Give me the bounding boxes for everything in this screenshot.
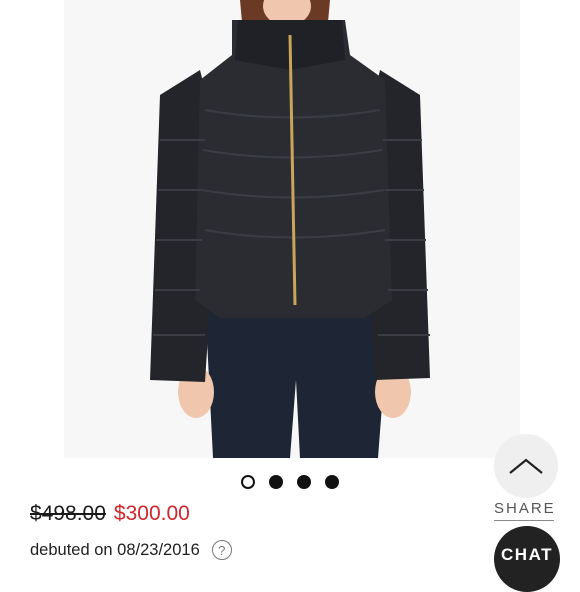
- carousel-dot-3[interactable]: [297, 475, 311, 489]
- debut-date-text: debuted on 08/23/2016: [30, 540, 200, 559]
- original-price: $498.00: [30, 502, 106, 525]
- debut-row: debuted on 08/23/2016 ?: [30, 540, 232, 560]
- carousel-dot-2[interactable]: [269, 475, 283, 489]
- help-icon[interactable]: ?: [211, 540, 232, 560]
- product-photo[interactable]: [0, 0, 580, 458]
- sale-price: $300.00: [113, 502, 190, 525]
- share-button[interactable]: [494, 434, 558, 498]
- price-row: $498.00 $300.00: [30, 502, 190, 526]
- chevron-up-icon: [509, 458, 543, 474]
- share-label[interactable]: SHARE: [494, 500, 554, 521]
- carousel-dot-1[interactable]: [241, 475, 255, 489]
- jacket-image: [0, 0, 580, 458]
- carousel-dot-4[interactable]: [325, 475, 339, 489]
- carousel-dots: [0, 475, 580, 491]
- chat-button[interactable]: CHAT: [494, 526, 560, 592]
